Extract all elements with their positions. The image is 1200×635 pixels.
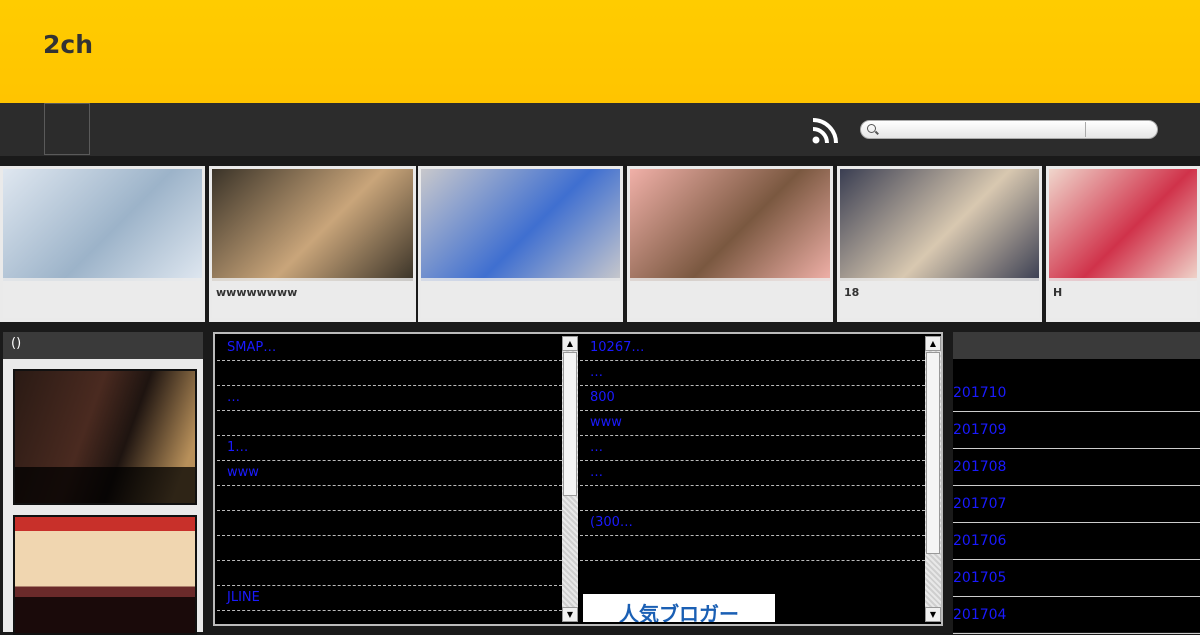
feed-item[interactable]: 800 bbox=[580, 386, 925, 411]
left-sidebar-heading: () bbox=[3, 332, 203, 359]
feed-item[interactable] bbox=[217, 561, 562, 586]
search-input[interactable] bbox=[881, 122, 1086, 137]
archive-sidebar: 201710 201709 201708 201707 201706 201705 2017… bbox=[953, 332, 1200, 634]
strip-spacer bbox=[0, 156, 1200, 166]
archive-link[interactable]: 201708 bbox=[953, 449, 1200, 486]
scrollbar-thumb[interactable] bbox=[926, 352, 940, 554]
feed-item[interactable]: … bbox=[580, 461, 925, 486]
thumbnail-image bbox=[840, 169, 1039, 281]
search-box[interactable] bbox=[860, 120, 1158, 139]
archive-link[interactable]: 201706 bbox=[953, 523, 1200, 560]
feed-item[interactable]: 10267… bbox=[580, 336, 925, 361]
sidebar-article-caption bbox=[15, 467, 195, 503]
feed-item[interactable] bbox=[580, 486, 925, 511]
archive-link[interactable]: 201709 bbox=[953, 412, 1200, 449]
archive-heading bbox=[953, 332, 1200, 359]
feed-item[interactable]: JLINE bbox=[217, 586, 562, 611]
thumbnail-image bbox=[3, 169, 202, 281]
featured-thumbnail[interactable] bbox=[418, 166, 623, 322]
feed-item[interactable] bbox=[217, 486, 562, 511]
thumbnail-image bbox=[212, 169, 413, 281]
site-header: 2ch bbox=[0, 0, 1200, 103]
archive-link[interactable]: 201704 bbox=[953, 597, 1200, 634]
left-sidebar: () bbox=[3, 332, 203, 635]
feed-item[interactable]: (300… bbox=[580, 511, 925, 536]
feed-item[interactable] bbox=[217, 411, 562, 436]
archive-link[interactable]: 201710 bbox=[953, 375, 1200, 412]
featured-thumbnail[interactable]: 18 bbox=[837, 166, 1042, 322]
feed-item[interactable] bbox=[217, 361, 562, 386]
feed-list-right[interactable]: 10267…… 800 www…… (300… bbox=[580, 336, 925, 622]
feed-item[interactable] bbox=[217, 536, 562, 561]
sidebar-article-card[interactable] bbox=[13, 369, 197, 505]
thumbnail-caption bbox=[3, 278, 202, 318]
thumbnail-caption bbox=[421, 278, 620, 318]
scroll-down-arrow-icon[interactable]: ▼ bbox=[562, 607, 578, 622]
scrollbar-thumb[interactable] bbox=[563, 352, 577, 496]
sidebar-article-card[interactable] bbox=[13, 515, 197, 635]
thumbnail-caption: wwwwwwww bbox=[212, 278, 413, 318]
feed-item[interactable] bbox=[580, 536, 925, 561]
scroll-up-arrow-icon[interactable]: ▲ bbox=[562, 336, 578, 351]
feed-item[interactable]: … bbox=[217, 386, 562, 411]
feed-item[interactable]: … bbox=[580, 436, 925, 461]
thumbnail-image bbox=[421, 169, 620, 281]
thumbnail-caption: 18 bbox=[840, 278, 1039, 318]
sidebar-article-caption bbox=[15, 597, 195, 633]
feed-item[interactable]: SMAP… bbox=[217, 336, 562, 361]
feed-right-scrollbar[interactable]: ▲ ▼ bbox=[925, 336, 941, 622]
feed-item[interactable] bbox=[217, 511, 562, 536]
thumbnail-caption bbox=[630, 278, 830, 318]
featured-thumbnail[interactable] bbox=[627, 166, 833, 322]
featured-thumbnail[interactable] bbox=[0, 166, 205, 322]
thumbnail-image bbox=[630, 169, 830, 281]
feed-left-scrollbar[interactable]: ▲ ▼ bbox=[562, 336, 578, 622]
archive-link[interactable]: 201705 bbox=[953, 560, 1200, 597]
nav-menu-button[interactable] bbox=[44, 103, 90, 155]
site-title[interactable]: 2ch bbox=[43, 30, 93, 59]
archive-link[interactable]: 201707 bbox=[953, 486, 1200, 523]
feed-item[interactable]: www bbox=[217, 461, 562, 486]
rss-feed-panel: SMAP…… 1… www JLINE ▲ ▼ 10267…… 800 www…… (300… bbox=[213, 332, 943, 626]
thumbnail-image bbox=[1049, 169, 1197, 281]
rss-icon[interactable] bbox=[812, 116, 840, 144]
feed-item[interactable]: 1… bbox=[217, 436, 562, 461]
featured-thumbnail[interactable]: wwwwwwww bbox=[209, 166, 416, 322]
feed-list-left[interactable]: SMAP… … 1… www JLINE bbox=[217, 336, 562, 622]
scroll-up-arrow-icon[interactable]: ▲ bbox=[925, 336, 941, 351]
blog-ranking-banner[interactable]: 人気ブロガー bbox=[583, 594, 775, 622]
feed-item[interactable]: … bbox=[580, 361, 925, 386]
featured-thumbnail[interactable]: H bbox=[1046, 166, 1200, 322]
feed-item[interactable]: www bbox=[580, 411, 925, 436]
search-icon bbox=[867, 124, 876, 133]
thumbnail-caption: H bbox=[1049, 278, 1197, 318]
scroll-down-arrow-icon[interactable]: ▼ bbox=[925, 607, 941, 622]
